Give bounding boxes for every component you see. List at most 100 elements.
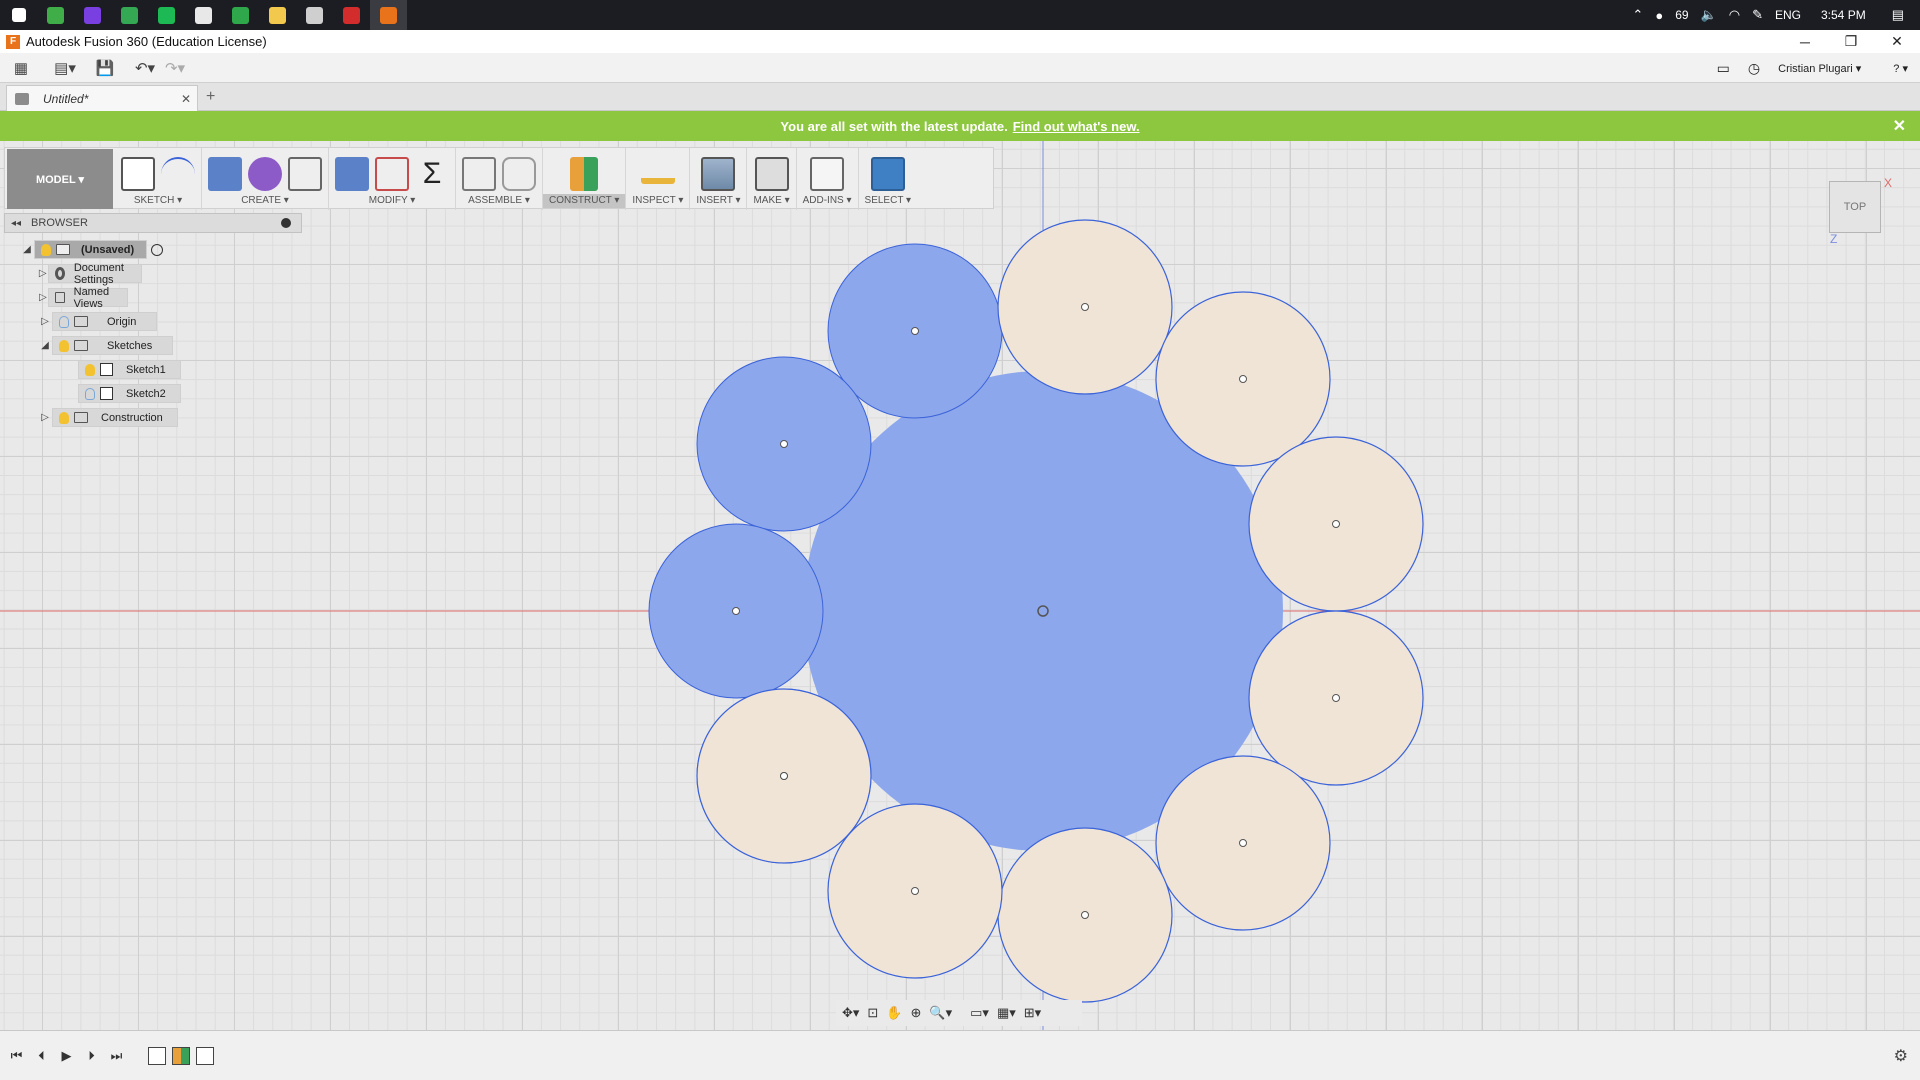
offset-plane-icon[interactable] [570,157,599,191]
press-pull-icon[interactable] [335,157,369,191]
taskbar-calculator-icon[interactable] [296,0,333,30]
data-panel-grid-icon[interactable]: ▦ [6,55,36,81]
activate-radio-icon[interactable] [151,243,164,256]
mirror-icon[interactable] [288,157,322,191]
tab-untitled[interactable]: Untitled* ✕ [6,85,198,111]
close-tab-icon[interactable]: ✕ [181,92,191,106]
form-sphere-icon[interactable] [248,157,282,191]
sketch-menu[interactable]: SKETCH ▾ [128,194,188,208]
job-status-icon[interactable]: ▭ [1717,60,1730,77]
addins-menu[interactable]: ADD-INS ▾ [797,194,858,208]
center-point[interactable] [1081,303,1089,311]
user-menu[interactable]: Cristian Plugari ▾ [1778,62,1861,75]
go-to-end-icon[interactable]: ⏭ [104,1048,129,1064]
split-body-icon[interactable] [375,157,409,191]
center-point[interactable] [780,440,788,448]
look-at-icon[interactable]: ⊡ [867,1005,878,1021]
select-menu[interactable]: SELECT ▾ [859,194,918,208]
close-notification-icon[interactable]: ✕ [1893,116,1906,136]
go-to-start-icon[interactable]: ⏮ [4,1048,29,1064]
viewcube[interactable]: TOP [1829,181,1881,233]
expand-triangle-icon[interactable]: ▷ [38,316,52,327]
step-back-icon[interactable]: ⏴ [29,1048,54,1064]
3d-print-icon[interactable] [754,157,789,191]
save-icon[interactable]: 💾 [90,55,120,81]
grid-settings-icon[interactable]: ▦▾ [997,1005,1016,1021]
visibility-bulb-icon[interactable] [85,363,95,376]
new-tab-button[interactable]: + [206,88,215,106]
browser-panel-header[interactable]: ◂◂ BROWSER [4,213,302,233]
create-sketch-icon[interactable] [121,157,155,191]
visibility-bulb-icon[interactable] [59,411,69,424]
chevron-up-icon[interactable]: ⌃ [1632,7,1643,23]
collapse-browser-icon[interactable]: ◂◂ [11,218,21,229]
expand-triangle-icon[interactable]: ▷ [38,412,52,423]
taskbar-chrome-icon[interactable] [111,0,148,30]
insert-menu[interactable]: INSERT ▾ [690,194,746,208]
arc-icon[interactable] [161,157,195,191]
redo-icon[interactable]: ↷▾ [160,55,190,81]
visibility-bulb-icon[interactable] [41,243,51,256]
joint-icon[interactable] [502,157,536,191]
taskbar-acrobat-icon[interactable] [333,0,370,30]
taskbar-git-icon[interactable] [185,0,222,30]
workspace-switcher[interactable]: MODEL ▾ [7,149,113,209]
close-window-button[interactable]: ✕ [1874,30,1920,53]
step-forward-icon[interactable]: ⏵ [79,1048,104,1064]
new-component-icon[interactable] [462,157,496,191]
expand-triangle-icon[interactable]: ◢ [38,340,52,351]
orbit-icon[interactable]: ✥▾ [842,1005,859,1021]
notification-center-icon[interactable]: ▤ [1892,7,1904,23]
center-point[interactable] [780,772,788,780]
timeline-plane-icon[interactable] [172,1046,190,1065]
tree-node-named-views[interactable]: ▷ Named Views [38,286,129,310]
language-indicator[interactable]: ENG [1775,8,1801,22]
timeline-settings-gear-icon[interactable]: ⚙ [1894,1046,1908,1066]
file-menu-icon[interactable]: ▤▾ [50,55,80,81]
taskbar-explorer-icon[interactable] [259,0,296,30]
tree-node-construction[interactable]: ▷ Construction [38,408,178,427]
wifi-icon[interactable]: ◠ [1729,7,1740,23]
browser-pin-icon[interactable] [281,218,291,228]
taskbar-fusion-icon[interactable] [370,0,407,30]
pan-hand-icon[interactable]: ✋ [886,1005,902,1021]
timeline-sketch2-icon[interactable] [196,1046,214,1065]
extrude-box-icon[interactable] [208,157,242,191]
center-point[interactable] [911,327,919,335]
center-point[interactable] [1332,694,1340,702]
insert-image-icon[interactable] [701,157,736,191]
restore-button[interactable]: ❐ [1828,30,1874,53]
center-point[interactable] [732,607,740,615]
history-clock-icon[interactable]: ◷ [1748,60,1760,77]
taskbar-firefox-icon[interactable] [74,0,111,30]
center-point[interactable] [1332,520,1340,528]
visibility-bulb-icon[interactable] [85,387,95,400]
whats-new-link[interactable]: Find out what's new. [1013,119,1140,134]
tree-node-document-settings[interactable]: ▷ Document Settings [38,262,143,286]
center-point[interactable] [1239,375,1247,383]
design-canvas[interactable] [0,141,1920,1030]
viewports-icon[interactable]: ⊞▾ [1024,1005,1041,1021]
taskbar-app-green-icon[interactable] [37,0,74,30]
play-icon[interactable]: ▶ [54,1048,79,1064]
tree-node-sketch2[interactable]: Sketch2 [64,384,181,403]
assemble-menu[interactable]: ASSEMBLE ▾ [462,194,536,208]
taskbar-spotify-icon[interactable] [148,0,185,30]
expand-triangle-icon[interactable]: ◢ [20,244,34,255]
make-menu[interactable]: MAKE ▾ [747,194,795,208]
expand-triangle-icon[interactable]: ▷ [38,292,48,303]
construct-menu[interactable]: CONSTRUCT ▾ [543,194,626,208]
volume-icon[interactable]: 🔈 [1701,7,1717,23]
center-point[interactable] [1081,911,1089,919]
visibility-bulb-icon[interactable] [59,339,69,352]
modify-menu[interactable]: MODIFY ▾ [363,194,422,208]
timeline-sketch1-icon[interactable] [148,1046,166,1065]
undo-icon[interactable]: ↶▾ [130,55,160,81]
sketch-geometry[interactable] [0,141,1920,1030]
taskbar-telegram-like-icon[interactable] [222,0,259,30]
zoom-icon[interactable]: ⊕ [911,1005,922,1021]
display-settings-icon[interactable]: ▭▾ [970,1005,989,1021]
tree-node-root[interactable]: ◢ (Unsaved) [20,240,164,259]
tree-node-sketches[interactable]: ◢ Sketches [38,336,174,355]
inspect-menu[interactable]: INSPECT ▾ [626,194,689,208]
